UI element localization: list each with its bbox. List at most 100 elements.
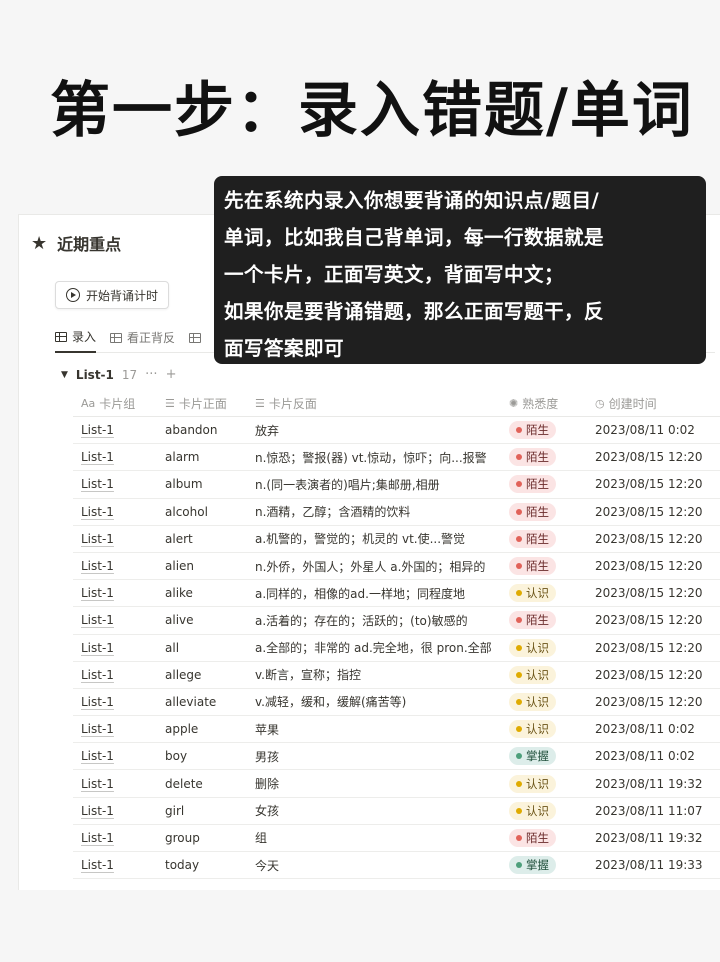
table-row[interactable]: List-1 apple 苹果 认识 2023/08/11 0:02 (73, 716, 720, 744)
table-row[interactable]: List-1 alien n.外侨，外国人；外星人 a.外国的；相异的 陌生 2023/… (73, 553, 720, 581)
tab-front-back[interactable]: 看正背反 (110, 323, 175, 353)
cell-created[interactable]: 2023/08/15 12:20 (585, 532, 720, 546)
table-row[interactable]: List-1 delete 删除 认识 2023/08/11 19:32 (73, 770, 720, 798)
cell-back[interactable]: a.全部的；非常的 ad.完全地，很 pron.全部 (245, 639, 501, 656)
table-row[interactable]: List-1 boy 男孩 掌握 2023/08/11 0:02 (73, 743, 720, 771)
cell-created[interactable]: 2023/08/11 11:07 (585, 804, 720, 818)
status-badge[interactable]: 认识 (509, 774, 556, 793)
cell-front[interactable]: album (155, 477, 245, 491)
table-row[interactable]: List-1 alike a.同样的，相像的ad.一样地；同程度地 认识 2023/08… (73, 580, 720, 608)
cell-created[interactable]: 2023/08/11 19:32 (585, 831, 720, 845)
status-badge[interactable]: 认识 (509, 638, 556, 657)
cell-back[interactable]: n.(同一表演者的)唱片;集邮册,相册 (245, 476, 501, 493)
cell-group[interactable]: List-1 (81, 858, 114, 872)
cell-back[interactable]: n.酒精，乙醇；含酒精的饮料 (245, 503, 501, 520)
table-row[interactable]: List-1 girl 女孩 认识 2023/08/11 11:07 (73, 798, 720, 825)
status-badge[interactable]: 陌生 (509, 448, 556, 467)
table-row[interactable]: List-1 alarm n.惊恐；警报(器) vt.惊动，惊吓；向...报警 陌生 2… (73, 444, 720, 472)
cell-group[interactable]: List-1 (81, 777, 114, 791)
cell-created[interactable]: 2023/08/15 12:20 (585, 695, 720, 709)
cell-created[interactable]: 2023/08/15 12:20 (585, 505, 720, 519)
cell-group[interactable]: List-1 (81, 613, 114, 627)
status-badge[interactable]: 陌生 (509, 611, 556, 630)
status-badge[interactable]: 陌生 (509, 475, 556, 494)
cell-back[interactable]: 女孩 (245, 802, 501, 819)
cell-group[interactable]: List-1 (81, 559, 114, 573)
cell-back[interactable]: 放弃 (245, 422, 501, 439)
cell-front[interactable]: alcohol (155, 505, 245, 519)
cell-front[interactable]: group (155, 831, 245, 845)
status-badge[interactable]: 陌生 (509, 557, 556, 576)
cell-back[interactable]: 男孩 (245, 748, 501, 765)
status-badge[interactable]: 认识 (509, 692, 556, 711)
cell-group[interactable]: List-1 (81, 586, 114, 600)
cell-front[interactable]: abandon (155, 423, 245, 437)
cell-back[interactable]: a.活着的；存在的；活跃的；(to)敏感的 (245, 612, 501, 629)
cell-created[interactable]: 2023/08/15 12:20 (585, 641, 720, 655)
cell-created[interactable]: 2023/08/11 0:02 (585, 749, 720, 763)
table-row[interactable]: List-1 group 组 陌生 2023/08/11 19:32 (73, 825, 720, 852)
status-badge[interactable]: 陌生 (509, 502, 556, 521)
cell-back[interactable]: a.机警的，警觉的；机灵的 vt.使...警觉 (245, 530, 501, 547)
cell-front[interactable]: delete (155, 777, 245, 791)
cell-created[interactable]: 2023/08/11 0:02 (585, 423, 720, 437)
cell-front[interactable]: alien (155, 559, 245, 573)
status-badge[interactable]: 认识 (509, 584, 556, 603)
cell-front[interactable]: alive (155, 613, 245, 627)
cell-back[interactable]: n.惊恐；警报(器) vt.惊动，惊吓；向...报警 (245, 449, 501, 466)
cell-back[interactable]: v.减轻，缓和，缓解(痛苦等) (245, 693, 501, 710)
cell-created[interactable]: 2023/08/15 12:20 (585, 450, 720, 464)
status-badge[interactable]: 陌生 (509, 529, 556, 548)
group-name[interactable]: List-1 (76, 368, 114, 382)
status-badge[interactable]: 陌生 (509, 421, 556, 440)
cell-created[interactable]: 2023/08/15 12:20 (585, 613, 720, 627)
cell-created[interactable]: 2023/08/11 19:32 (585, 777, 720, 791)
cell-back[interactable]: 今天 (245, 857, 501, 874)
status-badge[interactable]: 陌生 (509, 828, 556, 847)
tab-third[interactable] (189, 323, 206, 353)
cell-front[interactable]: alike (155, 586, 245, 600)
cell-back[interactable]: n.外侨，外国人；外星人 a.外国的；相异的 (245, 558, 501, 575)
status-badge[interactable]: 认识 (509, 720, 556, 739)
table-row[interactable]: List-1 allege v.断言，宣称；指控 认识 2023/08/15 12:20 (73, 662, 720, 689)
cell-group[interactable]: List-1 (81, 477, 114, 491)
cell-back[interactable]: a.同样的，相像的ad.一样地；同程度地 (245, 585, 501, 602)
status-badge[interactable]: 认识 (509, 801, 556, 820)
cell-back[interactable]: 删除 (245, 775, 501, 792)
cell-group[interactable]: List-1 (81, 450, 114, 464)
col-header-created[interactable]: ◷ 创建时间 (585, 395, 720, 412)
col-header-familiarity[interactable]: ✺ 熟悉度 (501, 395, 585, 412)
cell-front[interactable]: alert (155, 532, 245, 546)
cell-front[interactable]: all (155, 641, 245, 655)
cell-group[interactable]: List-1 (81, 749, 114, 763)
cell-front[interactable]: allege (155, 668, 245, 682)
cell-back[interactable]: v.断言，宣称；指控 (245, 666, 501, 683)
cell-created[interactable]: 2023/08/11 19:33 (585, 858, 720, 872)
star-icon[interactable]: ★ (31, 233, 47, 254)
cell-front[interactable]: boy (155, 749, 245, 763)
table-row[interactable]: List-1 all a.全部的；非常的 ad.完全地，很 pron.全部 认识 202… (73, 635, 720, 662)
cell-front[interactable]: alarm (155, 450, 245, 464)
cell-front[interactable]: alleviate (155, 695, 245, 709)
table-row[interactable]: List-1 today 今天 掌握 2023/08/11 19:33 (73, 852, 720, 880)
cell-created[interactable]: 2023/08/15 12:20 (585, 668, 720, 682)
cell-group[interactable]: List-1 (81, 505, 114, 519)
table-row[interactable]: List-1 alcohol n.酒精，乙醇；含酒精的饮料 陌生 2023/08/15 … (73, 499, 720, 526)
cell-created[interactable]: 2023/08/11 0:02 (585, 722, 720, 736)
add-icon[interactable]: + (166, 367, 177, 382)
table-row[interactable]: List-1 album n.(同一表演者的)唱片;集邮册,相册 陌生 2023/08/… (73, 471, 720, 499)
status-badge[interactable]: 掌握 (509, 747, 556, 766)
tab-entry[interactable]: 录入 (55, 323, 97, 353)
cell-back[interactable]: 组 (245, 829, 501, 846)
cell-back[interactable]: 苹果 (245, 721, 501, 738)
col-header-group[interactable]: Aa 卡片组 (73, 395, 155, 412)
collapse-caret-icon[interactable]: ▼ (61, 370, 68, 380)
start-timer-button[interactable]: 开始背诵计时 (55, 281, 170, 309)
cell-group[interactable]: List-1 (81, 831, 114, 845)
cell-group[interactable]: List-1 (81, 668, 114, 682)
cell-group[interactable]: List-1 (81, 695, 114, 709)
cell-group[interactable]: List-1 (81, 722, 114, 736)
col-header-front[interactable]: ☰ 卡片正面 (155, 395, 245, 412)
table-row[interactable]: List-1 abandon 放弃 陌生 2023/08/11 0:02 (73, 417, 720, 445)
cell-front[interactable]: apple (155, 722, 245, 736)
